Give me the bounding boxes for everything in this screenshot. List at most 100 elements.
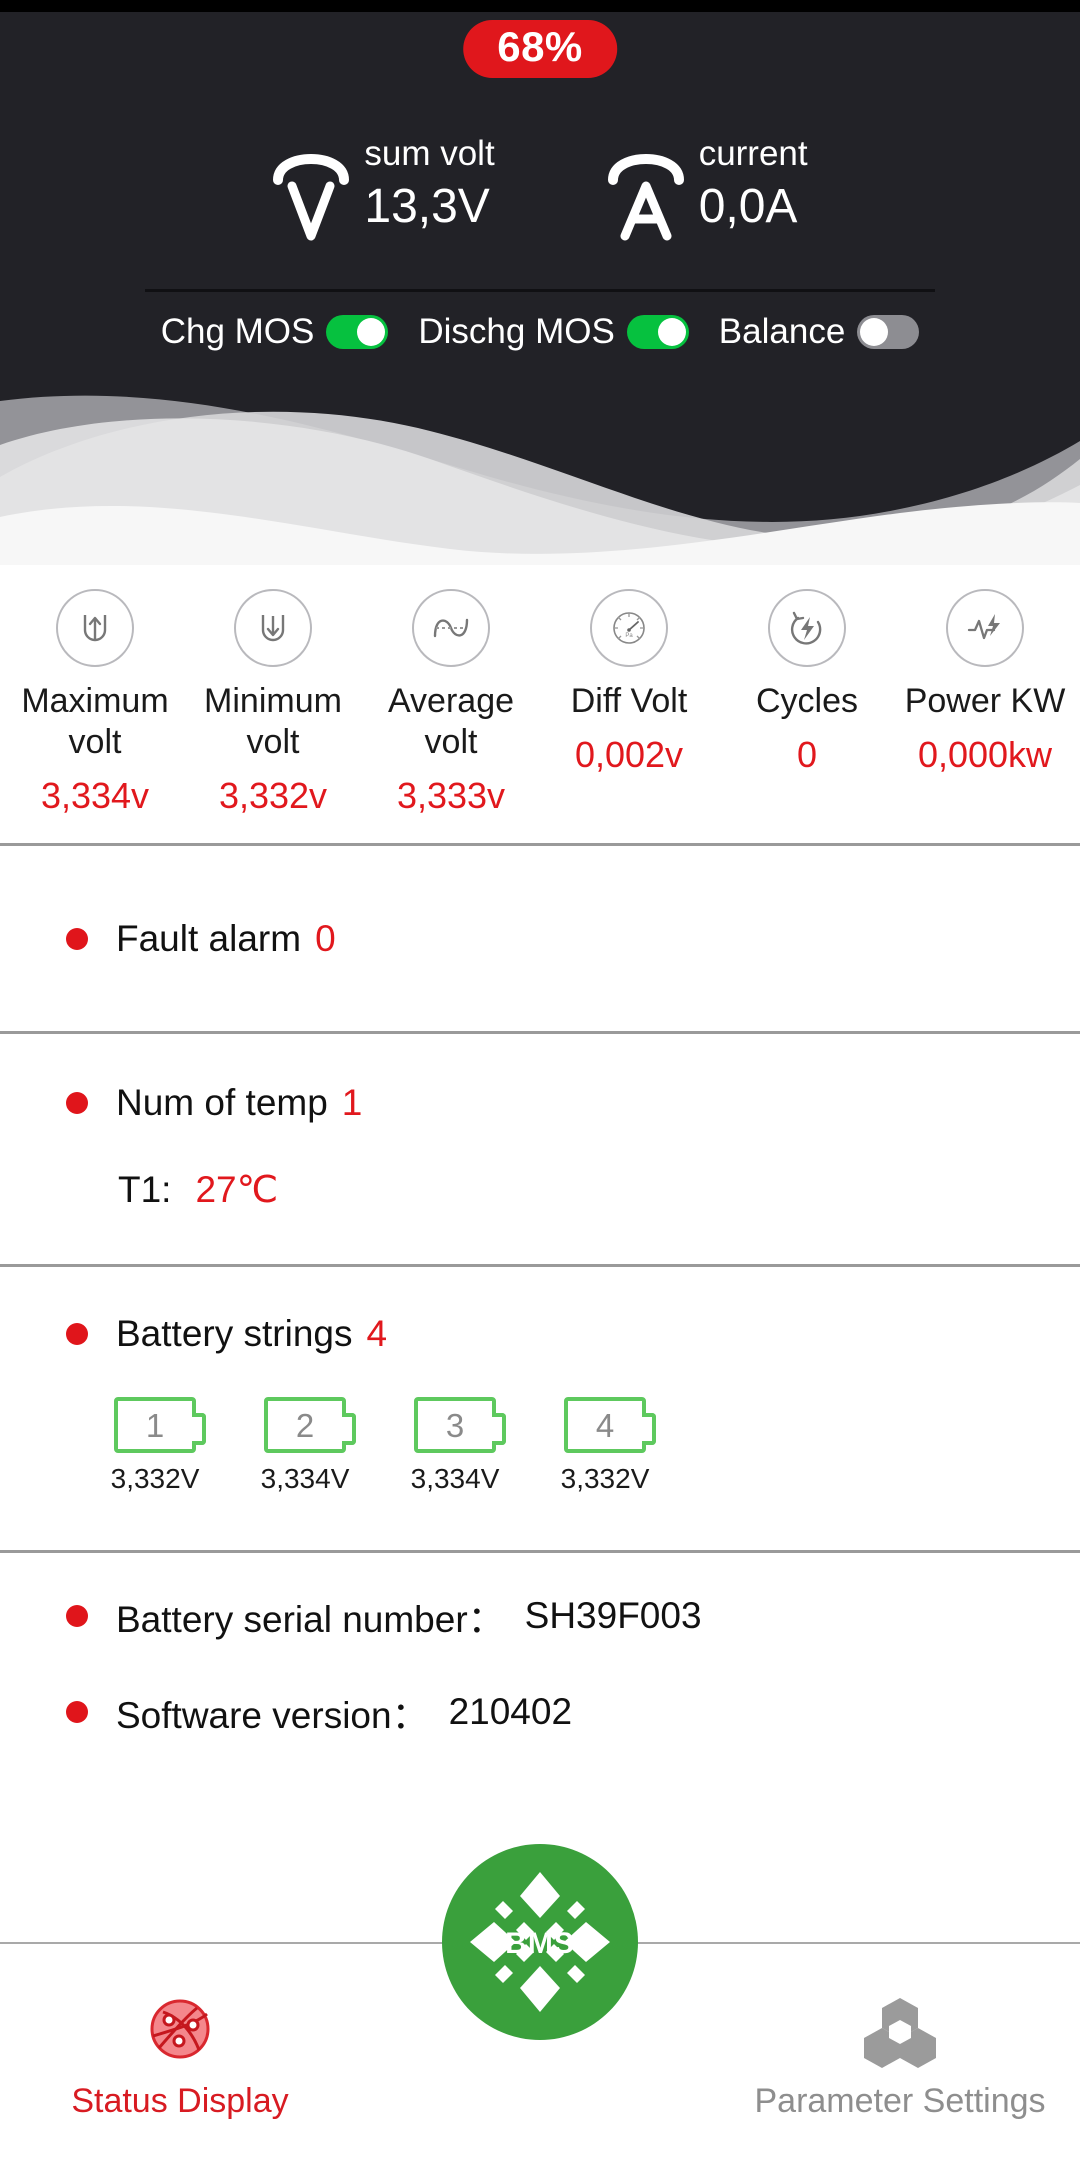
battery-cell-icon: 4 xyxy=(564,1397,656,1453)
battery-cell[interactable]: 1 3,332V xyxy=(100,1397,210,1495)
battery-cell-index: 3 xyxy=(445,1406,465,1444)
max-volt-icon xyxy=(56,589,134,667)
num-of-temp-label: Num of temp xyxy=(116,1082,328,1123)
network-globe-icon xyxy=(141,1990,219,2068)
num-of-temp-value: 1 xyxy=(341,1082,363,1123)
balance-toggle[interactable] xyxy=(857,315,920,349)
software-version-value: 210402 xyxy=(448,1691,573,1732)
meter-label: sum volt xyxy=(364,134,495,173)
bullet-dot-icon xyxy=(66,1605,88,1627)
battery-cell-list: 1 3,332V 2 3,334V 3 3,334V 4 3,332V xyxy=(0,1397,1080,1495)
battery-cell[interactable]: 2 3,334V xyxy=(250,1397,360,1495)
app-screen: 68% sum volt 13,3V current 0,0A Chg MOS … xyxy=(0,0,1080,2166)
power-icon xyxy=(946,589,1024,667)
device-info-section: Battery serial number： SH39F003 Software… xyxy=(0,1553,1080,1743)
stats-grid: Maximum volt 3,334v Minimum volt 3,332v xyxy=(0,565,1080,843)
ammeter-icon xyxy=(607,136,685,244)
serial-number-row: Battery serial number： SH39F003 xyxy=(0,1589,1080,1643)
switch-dischg-mos[interactable]: Dischg MOS xyxy=(418,312,689,352)
dischg-mos-toggle[interactable] xyxy=(626,315,689,349)
battery-strings-value: 4 xyxy=(366,1313,388,1354)
stat-label: Diff Volt xyxy=(570,682,688,720)
stat-value: 0,002v xyxy=(574,734,684,775)
nav-label-parameter-settings: Parameter Settings xyxy=(754,2081,1046,2120)
cycles-icon xyxy=(768,589,846,667)
stat-average-volt: Average volt 3,333v xyxy=(362,589,540,817)
switch-chg-mos[interactable]: Chg MOS xyxy=(161,312,389,352)
battery-cell[interactable]: 3 3,334V xyxy=(400,1397,510,1495)
stat-label: Average volt xyxy=(387,682,515,761)
stat-value: 0 xyxy=(796,734,818,775)
meter-label: current xyxy=(698,134,808,173)
temperature-section: Num of temp 1 T1: 27℃ xyxy=(0,1034,1080,1264)
stat-label: Maximum volt xyxy=(21,682,169,761)
voltmeter-icon xyxy=(272,136,350,244)
battery-cell-icon: 1 xyxy=(114,1397,206,1453)
meter-current: current 0,0A xyxy=(607,130,808,244)
status-bar xyxy=(0,0,1080,12)
serial-number-value: SH39F003 xyxy=(524,1595,702,1636)
chg-mos-toggle[interactable] xyxy=(326,315,389,349)
fault-alarm-value: 0 xyxy=(315,917,336,959)
battery-cell-voltage: 3,334V xyxy=(410,1463,500,1494)
battery-cell[interactable]: 4 3,332V xyxy=(550,1397,660,1495)
wave-decoration xyxy=(0,389,1080,565)
header-panel: 68% sum volt 13,3V current 0,0A Chg MOS … xyxy=(0,12,1080,390)
switch-label: Chg MOS xyxy=(160,312,315,351)
toggle-knob xyxy=(657,318,686,346)
temp-sensor-row: T1: 27℃ xyxy=(0,1168,1080,1211)
nav-label-status-display: Status Display xyxy=(71,2081,289,2120)
temp-sensor-key: T1: xyxy=(118,1168,172,1210)
bullet-dot-icon xyxy=(66,1701,88,1723)
battery-cell-index: 2 xyxy=(295,1406,315,1444)
fault-alarm-row: Fault alarm 0 xyxy=(0,918,336,960)
battery-strings-row: Battery strings 4 xyxy=(0,1313,1080,1355)
battery-strings-label: Battery strings xyxy=(116,1313,353,1354)
bullet-dot-icon xyxy=(66,1092,88,1114)
battery-cell-voltage: 3,334V xyxy=(260,1463,350,1494)
mos-switch-row: Chg MOS Dischg MOS Balance xyxy=(0,312,1080,352)
meter-value: 13,3V xyxy=(364,180,490,233)
battery-strings-section: Battery strings 4 1 3,332V 2 3,334V 3 3,… xyxy=(0,1267,1080,1550)
battery-cell-index: 1 xyxy=(145,1406,165,1444)
serial-number-label: Battery serial number： xyxy=(116,1599,505,1640)
software-version-row: Software version： 210402 xyxy=(0,1685,1080,1739)
stat-value: 0,000kw xyxy=(917,734,1053,775)
fault-alarm-label: Fault alarm xyxy=(116,917,302,959)
switch-label: Dischg MOS xyxy=(418,312,615,351)
state-of-charge-badge: 68% xyxy=(463,20,617,78)
bottom-navigation-bar: Status Display Parameter Settings BMS xyxy=(0,1844,1080,2166)
header-divider xyxy=(145,289,935,292)
nav-item-parameter-settings[interactable]: Parameter Settings xyxy=(720,1990,1080,2121)
meters-row: sum volt 13,3V current 0,0A xyxy=(0,130,1080,244)
battery-cell-index: 4 xyxy=(595,1406,615,1444)
num-of-temp-row: Num of temp 1 xyxy=(0,1082,1080,1124)
stat-label: Power KW xyxy=(904,682,1066,720)
software-version-label: Software version： xyxy=(116,1695,429,1736)
gauge-icon: Pa xyxy=(590,589,668,667)
meter-value: 0,0A xyxy=(698,180,798,233)
toggle-knob xyxy=(860,318,889,346)
fault-alarm-section: Fault alarm 0 xyxy=(0,846,1080,1031)
stat-maximum-volt: Maximum volt 3,334v xyxy=(6,589,184,817)
stat-cycles: Cycles 0 xyxy=(718,589,896,817)
meter-sum-volt: sum volt 13,3V xyxy=(272,130,495,244)
temp-sensor-value: 27℃ xyxy=(195,1169,279,1210)
battery-cell-voltage: 3,332V xyxy=(560,1463,650,1494)
battery-cell-voltage: 3,332V xyxy=(110,1463,200,1494)
bullet-dot-icon xyxy=(66,927,88,950)
stat-minimum-volt: Minimum volt 3,332v xyxy=(184,589,362,817)
bullet-dot-icon xyxy=(66,1323,88,1345)
switch-balance[interactable]: Balance xyxy=(719,312,920,352)
svg-text:Pa: Pa xyxy=(625,633,633,639)
stat-value: 3,334v xyxy=(40,775,150,816)
stat-label: Minimum volt xyxy=(204,682,342,761)
battery-cell-icon: 2 xyxy=(264,1397,356,1453)
bms-home-button[interactable]: BMS xyxy=(442,1844,638,2040)
min-volt-icon xyxy=(234,589,312,667)
nav-item-status-display[interactable]: Status Display xyxy=(0,1990,360,2121)
stat-label: Cycles xyxy=(755,682,859,720)
avg-volt-icon xyxy=(412,589,490,667)
toggle-knob xyxy=(357,318,386,346)
stat-power-kw: Power KW 0,000kw xyxy=(896,589,1074,817)
